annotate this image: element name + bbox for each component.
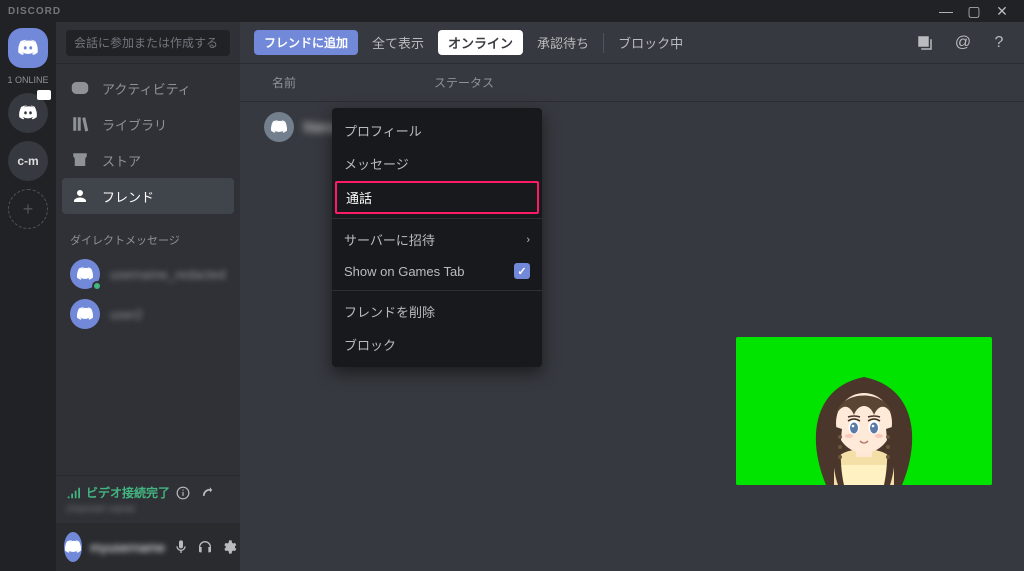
user-panel: myusername <box>56 523 240 571</box>
search-container: 会話に参加または作成する <box>56 22 240 64</box>
friend-context-menu: プロフィール メッセージ 通話 サーバーに招待 › Show on Games … <box>332 108 542 367</box>
headphones-icon[interactable] <box>197 539 213 555</box>
chevron-right-icon: › <box>526 234 530 246</box>
home-button[interactable] <box>8 28 48 68</box>
avatar <box>70 259 100 289</box>
ctx-label: プロフィール <box>344 121 422 140</box>
ctx-block[interactable]: ブロック <box>332 328 542 361</box>
sidebar-item-label: ライブラリ <box>102 115 167 134</box>
dm-username: username_redacted <box>110 267 226 282</box>
window-maximize-icon[interactable]: ▢ <box>960 0 988 22</box>
ctx-show-games-tab[interactable]: Show on Games Tab ✓ <box>332 256 542 286</box>
discord-logo-icon <box>76 265 94 283</box>
server-dm-avatar[interactable] <box>8 93 48 133</box>
window-minimize-icon[interactable]: — <box>932 0 960 22</box>
new-group-dm-icon[interactable] <box>916 34 938 52</box>
friends-icon <box>70 186 90 206</box>
sidebar-item-label: フレンド <box>102 187 154 206</box>
checkbox-checked-icon[interactable]: ✓ <box>514 263 530 279</box>
home-online-label: 1 ONLINE <box>7 76 48 85</box>
tab-online[interactable]: オンライン <box>438 30 523 55</box>
main-area: フレンドに追加 全て表示 オンライン 承認待ち ブロック中 @ ? 名前 ステー… <box>240 22 1024 571</box>
ctx-label: Show on Games Tab <box>344 264 464 279</box>
sidebar-item-activity[interactable]: アクティビティ <box>56 70 240 106</box>
self-username: myusername <box>90 540 165 555</box>
status-dot-online-icon <box>92 281 102 291</box>
add-friend-button[interactable]: フレンドに追加 <box>254 30 358 55</box>
sidebar-item-library[interactable]: ライブラリ <box>56 106 240 142</box>
voice-status-panel: ビデオ接続完了 channel name <box>56 475 240 523</box>
ctx-remove-friend[interactable]: フレンドを削除 <box>332 295 542 328</box>
friend-avatar <box>264 112 294 142</box>
column-name: 名前 <box>272 74 434 91</box>
tab-blocked[interactable]: ブロック中 <box>618 33 683 52</box>
signal-icon <box>66 486 80 500</box>
sidebar-item-store[interactable]: ストア <box>56 142 240 178</box>
ctx-label: メッセージ <box>344 154 409 173</box>
sidebar-nav: アクティビティ ライブラリ ストア フレンド <box>56 64 240 220</box>
server-c-m[interactable]: c-m <box>8 141 48 181</box>
video-pip[interactable] <box>736 337 992 485</box>
dm-item[interactable]: user2 <box>56 294 240 334</box>
sidebar: 会話に参加または作成する アクティビティ ライブラリ ストア フレンド ダイレク… <box>56 22 240 571</box>
gamepad-icon <box>70 78 90 98</box>
ctx-label: 通話 <box>346 188 372 207</box>
ctx-label: サーバーに招待 <box>344 230 435 249</box>
discord-logo-icon <box>76 305 94 323</box>
add-server-button[interactable]: + <box>8 189 48 229</box>
anime-avatar-image <box>736 337 992 485</box>
server-rail: 1 ONLINE c-m + <box>0 22 56 571</box>
search-input[interactable]: 会話に参加または作成する <box>66 30 230 56</box>
mentions-icon[interactable]: @ <box>952 34 974 52</box>
window-titlebar: DISCORD — ▢ ✕ <box>0 0 1024 22</box>
voice-channel-name: channel name <box>66 503 230 515</box>
voice-status-text: ビデオ接続完了 <box>86 484 170 501</box>
mic-icon[interactable] <box>173 539 189 555</box>
library-icon <box>70 114 90 134</box>
dm-section-title: ダイレクトメッセージ <box>56 220 240 254</box>
disconnect-icon[interactable] <box>200 486 214 500</box>
discord-logo-icon <box>64 538 82 556</box>
gear-icon[interactable] <box>221 539 237 555</box>
discord-logo-icon <box>17 37 39 59</box>
tab-all[interactable]: 全て表示 <box>372 33 424 52</box>
store-icon <box>70 150 90 170</box>
ctx-call[interactable]: 通話 <box>335 181 539 214</box>
sidebar-item-label: アクティビティ <box>102 79 191 98</box>
discord-logo-icon <box>270 118 288 136</box>
avatar <box>70 299 100 329</box>
ctx-invite-to-server[interactable]: サーバーに招待 › <box>332 223 542 256</box>
ctx-separator <box>332 218 542 219</box>
ctx-label: ブロック <box>344 335 396 354</box>
friends-columns-header: 名前 ステータス <box>240 64 1024 102</box>
app-brand: DISCORD <box>8 6 61 17</box>
sidebar-item-friends[interactable]: フレンド <box>62 178 234 214</box>
column-status: ステータス <box>434 74 1006 91</box>
info-icon[interactable] <box>176 486 190 500</box>
video-badge-icon <box>37 90 51 100</box>
ctx-label: フレンドを削除 <box>344 302 435 321</box>
tab-pending[interactable]: 承認待ち <box>537 33 589 52</box>
ctx-profile[interactable]: プロフィール <box>332 114 542 147</box>
divider <box>603 33 604 53</box>
sidebar-item-label: ストア <box>102 151 141 170</box>
discord-logo-icon <box>18 103 38 123</box>
ctx-separator <box>332 290 542 291</box>
topbar: フレンドに追加 全て表示 オンライン 承認待ち ブロック中 @ ? <box>240 22 1024 64</box>
self-avatar[interactable] <box>64 532 82 562</box>
dm-username: user2 <box>110 307 143 322</box>
dm-item[interactable]: username_redacted <box>56 254 240 294</box>
window-close-icon[interactable]: ✕ <box>988 0 1016 22</box>
ctx-message[interactable]: メッセージ <box>332 147 542 180</box>
help-icon[interactable]: ? <box>988 34 1010 52</box>
